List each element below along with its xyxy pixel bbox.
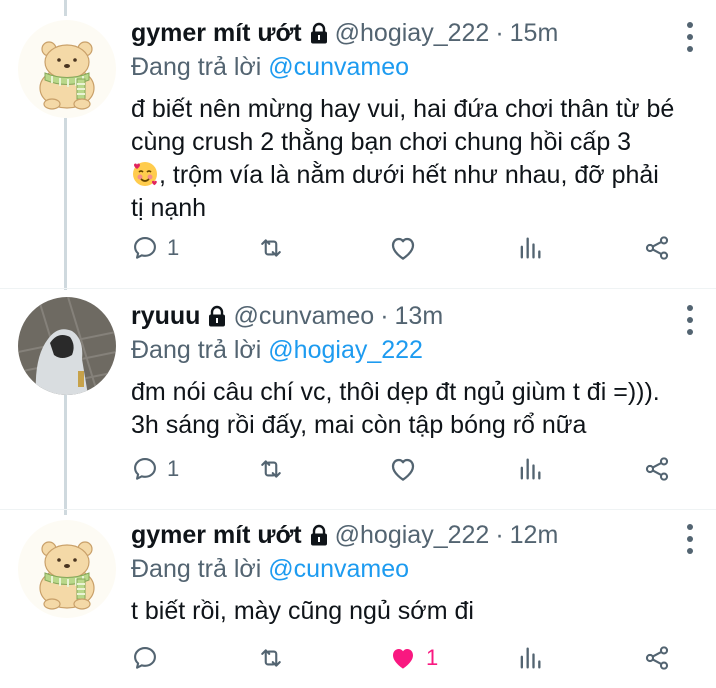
bear-avatar-icon <box>18 20 116 118</box>
user-handle[interactable]: @cunvameo <box>233 301 374 331</box>
more-icon[interactable] <box>684 305 696 335</box>
timestamp[interactable]: 15m <box>510 18 559 48</box>
mention-link[interactable]: @hogiay_222 <box>268 336 423 364</box>
views-button[interactable] <box>516 230 544 266</box>
reply-icon <box>131 455 159 483</box>
reply-count: 1 <box>167 235 180 260</box>
lock-icon <box>207 305 227 327</box>
reply-button[interactable] <box>131 640 167 676</box>
timestamp[interactable]: 13m <box>395 301 444 331</box>
heart-icon <box>388 233 418 263</box>
heart-icon <box>388 454 418 484</box>
like-count: 1 <box>426 645 439 670</box>
reply-icon <box>131 234 159 262</box>
reply-icon <box>131 644 159 672</box>
tweet-text-line: t biết rồi, mày cũng ngủ sớm đi <box>131 597 474 625</box>
retweet-icon <box>257 455 285 483</box>
tweet-text-line: tị nạnh <box>131 194 207 222</box>
replying-to: Đang trả lời @cunvameo <box>131 553 696 585</box>
tweet[interactable]: ryuuu @cunvameo · 13m Đang trả lời @hogi… <box>0 289 716 509</box>
like-button-active[interactable]: 1 <box>388 640 438 676</box>
more-icon[interactable] <box>684 524 696 554</box>
reply-button[interactable]: 1 <box>131 451 179 487</box>
more-icon[interactable] <box>684 22 696 52</box>
avatar[interactable] <box>18 297 116 395</box>
separator-dot: · <box>495 19 504 47</box>
retweet-button[interactable] <box>257 230 285 266</box>
user-handle[interactable]: @hogiay_222 <box>335 520 490 550</box>
lock-icon <box>309 22 329 44</box>
user-handle[interactable]: @hogiay_222 <box>335 18 490 48</box>
views-button[interactable] <box>516 451 544 487</box>
tweet-actions: 1 <box>131 451 681 487</box>
bear-avatar-icon <box>18 520 116 618</box>
replying-to-label: Đang trả lời <box>131 53 262 81</box>
share-icon <box>643 455 671 483</box>
tweet-text: đm nói câu chí vc, thôi dẹp đt ngủ giùm … <box>131 376 696 442</box>
tweet-text-line: đm nói câu chí vc, thôi dẹp đt ngủ giùm … <box>131 378 660 406</box>
tweet-actions: 1 <box>131 640 681 676</box>
retweet-icon <box>257 644 285 672</box>
avatar[interactable] <box>18 20 116 118</box>
smiling-face-with-hearts-emoji <box>133 162 157 186</box>
share-button[interactable] <box>643 230 671 266</box>
like-button[interactable] <box>388 230 418 266</box>
display-name[interactable]: gymer mít ướt <box>131 520 302 550</box>
separator-dot: · <box>380 302 389 330</box>
replying-to-label: Đang trả lời <box>131 555 262 583</box>
display-name[interactable]: gymer mít ướt <box>131 18 302 48</box>
analytics-icon <box>516 644 544 672</box>
share-icon <box>643 234 671 262</box>
analytics-icon <box>516 455 544 483</box>
retweet-button[interactable] <box>257 640 285 676</box>
retweet-button[interactable] <box>257 451 285 487</box>
mention-link[interactable]: @cunvameo <box>268 555 409 583</box>
timestamp[interactable]: 12m <box>510 520 559 550</box>
tweet[interactable]: gymer mít ướt @hogiay_222 · 12m Đang trả… <box>0 510 716 688</box>
heart-filled-icon <box>388 643 418 673</box>
share-button[interactable] <box>643 451 671 487</box>
reply-button[interactable]: 1 <box>131 230 179 266</box>
replying-to: Đang trả lời @cunvameo <box>131 51 696 83</box>
tweet-header: gymer mít ướt @hogiay_222 · 12m <box>131 520 696 550</box>
tweet[interactable]: gymer mít ướt @hogiay_222 · 15m Đang trả… <box>0 0 716 288</box>
replying-to: Đang trả lời @hogiay_222 <box>131 334 696 366</box>
tweet-text-line-with-emoji: , trộm vía là nằm dưới hết như nhau, đỡ … <box>131 159 696 192</box>
avatar[interactable] <box>18 520 116 618</box>
tweet-header: gymer mít ướt @hogiay_222 · 15m <box>131 18 696 48</box>
tweet-text-line: đ biết nên mừng hay vui, hai đứa chơi th… <box>131 95 675 123</box>
tweet-actions: 1 <box>131 230 681 266</box>
tweet-text: đ biết nên mừng hay vui, hai đứa chơi th… <box>131 93 696 225</box>
tweet-text-line: 3h sáng rồi đấy, mai còn tập bóng rổ nữa <box>131 411 587 439</box>
replying-to-label: Đang trả lời <box>131 336 262 364</box>
retweet-icon <box>257 234 285 262</box>
tweet-text: t biết rồi, mày cũng ngủ sớm đi <box>131 595 696 628</box>
share-icon <box>643 644 671 672</box>
hooded-person-avatar-icon <box>18 297 116 395</box>
separator-dot: · <box>495 521 504 549</box>
views-button[interactable] <box>516 640 544 676</box>
lock-icon <box>309 524 329 546</box>
like-button[interactable] <box>388 451 418 487</box>
display-name[interactable]: ryuuu <box>131 301 200 331</box>
reply-count: 1 <box>167 456 180 481</box>
share-button[interactable] <box>643 640 671 676</box>
tweet-text-line: cùng crush 2 thằng bạn chơi chung hồi cấ… <box>131 128 632 156</box>
mention-link[interactable]: @cunvameo <box>268 53 409 81</box>
analytics-icon <box>516 234 544 262</box>
tweet-header: ryuuu @cunvameo · 13m <box>131 301 696 331</box>
